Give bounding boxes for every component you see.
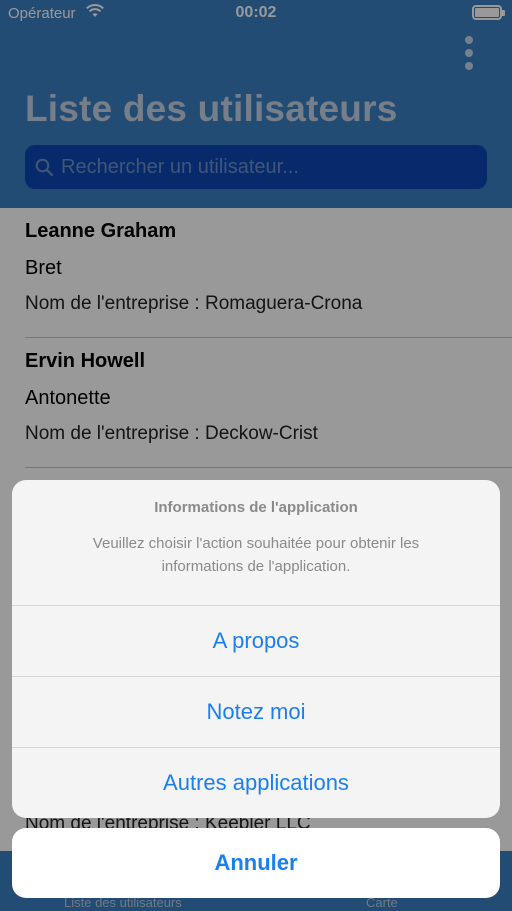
action-sheet: Informations de l'application Veuillez c… (12, 480, 500, 818)
rate-me-button[interactable]: Notez moi (12, 677, 500, 747)
other-apps-button[interactable]: Autres applications (12, 748, 500, 818)
cancel-button[interactable]: Annuler (12, 828, 500, 898)
action-sheet-title: Informations de l'application (154, 499, 358, 516)
action-sheet-message: Veuillez choisir l'action souhaitée pour… (92, 535, 420, 575)
about-button[interactable]: A propos (12, 606, 500, 676)
